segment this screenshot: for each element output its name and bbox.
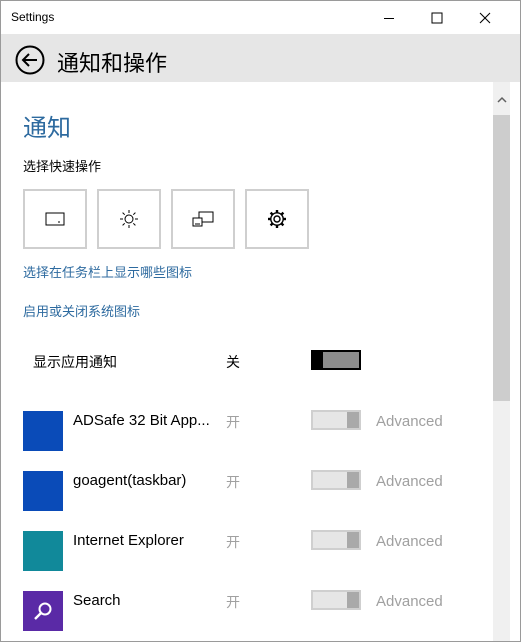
app-tile-icon [23, 471, 63, 511]
toggle-knob [347, 532, 359, 548]
link-taskbar-icons[interactable]: 选择在任务栏上显示哪些图标 [23, 262, 192, 281]
tablet-mode-icon [45, 212, 65, 226]
minimize-button[interactable] [366, 1, 412, 34]
app-name: Search [73, 592, 121, 609]
app-toggle[interactable] [311, 410, 361, 430]
close-icon [479, 12, 491, 23]
scrollbar-thumb[interactable] [493, 115, 510, 401]
app-state: 开 [226, 415, 240, 431]
app-state: 开 [226, 475, 240, 491]
quick-action-brightness[interactable] [97, 189, 161, 249]
app-name: goagent(taskbar) [73, 472, 187, 489]
app-toggle[interactable] [311, 530, 361, 550]
app-tile-icon [23, 531, 63, 571]
scroll-up-button[interactable] [493, 92, 510, 108]
show-app-notifications-label: 显示应用通知 [33, 355, 117, 371]
maximize-icon [431, 12, 443, 23]
chevron-up-icon [496, 96, 507, 103]
app-toggle[interactable] [311, 470, 361, 490]
title-bar: Settings [1, 1, 520, 34]
toggle-knob [347, 592, 359, 608]
maximize-button[interactable] [414, 1, 460, 34]
toggle-knob [313, 352, 323, 368]
settings-gear-icon [268, 210, 286, 228]
settings-window: Settings 通知和操作 通知 选择快速操作 选择在任务栏上显示哪些图标 启… [0, 0, 521, 642]
app-name: Internet Explorer [73, 532, 184, 549]
advanced-link[interactable]: Advanced [376, 413, 443, 430]
app-state: 开 [226, 535, 240, 551]
link-system-icons[interactable]: 启用或关闭系统图标 [23, 301, 140, 320]
app-toggle[interactable] [311, 590, 361, 610]
app-name: ADSafe 32 Bit App... [73, 412, 210, 429]
vertical-scrollbar[interactable] [493, 82, 510, 641]
close-button[interactable] [462, 1, 508, 34]
project-icon [192, 211, 214, 227]
show-app-notifications-toggle[interactable] [311, 350, 361, 370]
quick-actions-heading: 选择快速操作 [23, 160, 102, 175]
app-tile-search [23, 591, 63, 631]
content-area: 通知 选择快速操作 选择在任务栏上显示哪些图标 启用或关闭系统图标 显示应用通知… [11, 82, 493, 641]
back-button[interactable] [15, 45, 45, 75]
advanced-link[interactable]: Advanced [376, 533, 443, 550]
quick-action-project[interactable] [171, 189, 235, 249]
window-title: Settings [11, 10, 55, 24]
back-arrow-icon [15, 45, 45, 75]
show-app-notifications-state: 关 [226, 355, 240, 371]
app-state: 开 [226, 595, 240, 611]
minimize-icon [384, 17, 394, 19]
advanced-link[interactable]: Advanced [376, 473, 443, 490]
search-icon [34, 602, 52, 620]
page-header: 通知和操作 [1, 34, 520, 82]
toggle-knob [347, 472, 359, 488]
quick-action-tablet-mode[interactable] [23, 189, 87, 249]
app-tile-icon [23, 411, 63, 451]
brightness-icon [120, 210, 138, 228]
page-title: 通知和操作 [57, 52, 168, 77]
section-title: 通知 [23, 114, 71, 142]
toggle-knob [347, 412, 359, 428]
advanced-link[interactable]: Advanced [376, 593, 443, 610]
quick-action-settings[interactable] [245, 189, 309, 249]
